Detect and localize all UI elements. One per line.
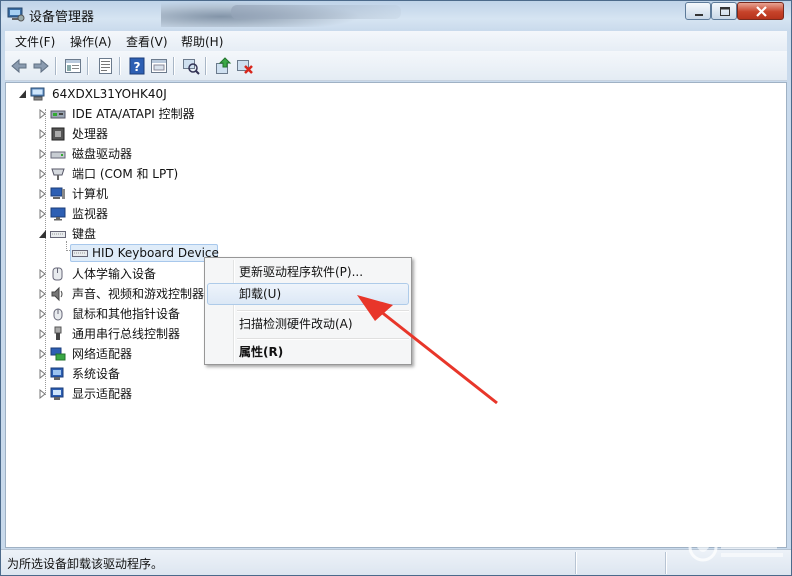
help-icon[interactable]: ?: [127, 56, 147, 76]
show-hide-tree-icon[interactable]: [63, 56, 83, 76]
expand-triangle-icon[interactable]: [38, 209, 47, 219]
monitor-icon: [50, 207, 66, 221]
tree-item-label: IDE ATA/ATAPI 控制器: [72, 107, 195, 121]
toolbar-separator: [119, 57, 120, 75]
annotation-arrow-icon: [357, 295, 498, 405]
menu-view[interactable]: 查看(V): [126, 33, 168, 50]
title-bar[interactable]: 设备管理器: [1, 1, 791, 31]
properties-icon[interactable]: [95, 56, 115, 76]
tree-item-label: 声音、视频和游戏控制器: [72, 287, 205, 301]
tree-item-hid-keyboard-device[interactable]: HID Keyboard Device: [70, 244, 220, 262]
minimize-button[interactable]: [685, 2, 711, 20]
tree-item-system[interactable]: 系统设备: [38, 365, 238, 383]
svg-text:?: ?: [134, 60, 141, 74]
status-bar: 为所选设备卸载该驱动程序。: [1, 549, 791, 575]
scan-hardware-icon[interactable]: [181, 56, 201, 76]
system-device-icon: [50, 367, 64, 380]
expand-triangle-icon[interactable]: [38, 349, 47, 359]
tree-root[interactable]: 64XDXL31YOHK40J: [18, 85, 218, 103]
toolbar-separator: [87, 57, 88, 75]
expand-triangle-icon[interactable]: [38, 389, 47, 399]
forward-arrow-icon[interactable]: [31, 56, 51, 76]
status-separator: [575, 552, 576, 574]
mouse-icon: [53, 308, 63, 321]
disk-drive-icon: [50, 151, 66, 159]
toolbar-separator: [173, 57, 174, 75]
tree-item-label: HID Keyboard Device: [92, 246, 219, 260]
tree-item-display[interactable]: 显示适配器: [38, 385, 238, 403]
menu-bar: 文件(F) 操作(A) 查看(V) 帮助(H): [5, 31, 787, 51]
window-title: 设备管理器: [29, 10, 95, 25]
close-button[interactable]: [737, 2, 784, 20]
tree-item-port[interactable]: 端口 (COM 和 LPT): [38, 165, 238, 183]
port-icon: [51, 168, 65, 180]
tree-item-label: 键盘: [72, 227, 97, 241]
blurred-region: [231, 5, 401, 19]
menu-help[interactable]: 帮助(H): [181, 33, 223, 50]
tree-item-label: 通用串行总线控制器: [72, 327, 181, 341]
tree-item-processor[interactable]: 处理器: [38, 125, 238, 143]
ide-controller-icon: [50, 110, 66, 119]
toolbar-separator: [205, 57, 206, 75]
keyboard-icon: [50, 231, 66, 238]
display-adapter-icon: [50, 387, 64, 400]
device-manager-window: 设备管理器 文件(F) 操作(A) 查看(V) 帮助(H) ? 64XDXL31…: [0, 0, 792, 576]
expand-triangle-icon[interactable]: [38, 329, 47, 339]
expand-triangle-icon[interactable]: [38, 289, 47, 299]
usb-icon: [54, 326, 62, 340]
expand-triangle-icon[interactable]: [38, 189, 47, 199]
uninstall-icon[interactable]: [235, 56, 255, 76]
tree-item-ide[interactable]: IDE ATA/ATAPI 控制器: [38, 105, 238, 123]
update-driver-icon[interactable]: [213, 56, 233, 76]
expand-triangle-icon[interactable]: [38, 149, 47, 159]
tree-item-label: 磁盘驱动器: [72, 147, 133, 161]
expand-triangle-icon[interactable]: [38, 269, 47, 279]
tree-item-disk[interactable]: 磁盘驱动器: [38, 145, 238, 163]
expand-triangle-icon[interactable]: [38, 309, 47, 319]
toolbar: ?: [5, 51, 787, 81]
maximize-button[interactable]: [711, 2, 737, 20]
tree-item-monitor[interactable]: 监视器: [38, 205, 238, 223]
toolbar-separator: [55, 57, 56, 75]
tree-item-label: 鼠标和其他指针设备: [72, 307, 181, 321]
menu-file[interactable]: 文件(F): [15, 33, 55, 50]
expand-triangle-icon[interactable]: [38, 129, 47, 139]
keyboard-icon: [72, 250, 88, 257]
tree-item-computer[interactable]: 计算机: [38, 185, 238, 203]
expand-triangle-icon[interactable]: [38, 109, 47, 119]
tree-item-label: 处理器: [72, 127, 109, 141]
watermark-logo: [688, 532, 783, 562]
processor-icon: [51, 127, 65, 141]
hid-icon: [52, 267, 63, 281]
tree-root-label: 64XDXL31YOHK40J: [52, 87, 167, 101]
tree-item-label: 系统设备: [72, 367, 121, 381]
tree-item-label: 端口 (COM 和 LPT): [72, 167, 179, 181]
network-adapter-icon: [50, 347, 66, 361]
tree-item-label: 网络适配器: [72, 347, 133, 361]
expand-triangle-icon[interactable]: [38, 369, 47, 379]
menu-action[interactable]: 操作(A): [70, 33, 112, 50]
tree-item-keyboard[interactable]: 键盘: [38, 225, 238, 243]
status-separator: [665, 552, 666, 574]
view-icon[interactable]: [149, 56, 169, 76]
status-text: 为所选设备卸载该驱动程序。: [7, 557, 164, 571]
collapse-triangle-icon[interactable]: [18, 89, 27, 99]
tree-item-label: 显示适配器: [72, 387, 133, 401]
tree-item-label: 人体学输入设备: [72, 267, 157, 281]
computer-root-icon: [30, 87, 45, 101]
update-driver-menu-item[interactable]: 更新驱动程序软件(P)...: [207, 261, 409, 283]
back-arrow-icon[interactable]: [9, 56, 29, 76]
collapse-triangle-icon[interactable]: [38, 229, 47, 239]
tree-item-label: 计算机: [72, 187, 109, 201]
computer-icon: [50, 187, 65, 199]
tree-item-label: 监视器: [72, 207, 109, 221]
device-manager-app-icon: [7, 6, 25, 22]
sound-icon: [51, 286, 63, 302]
expand-triangle-icon[interactable]: [38, 169, 47, 179]
